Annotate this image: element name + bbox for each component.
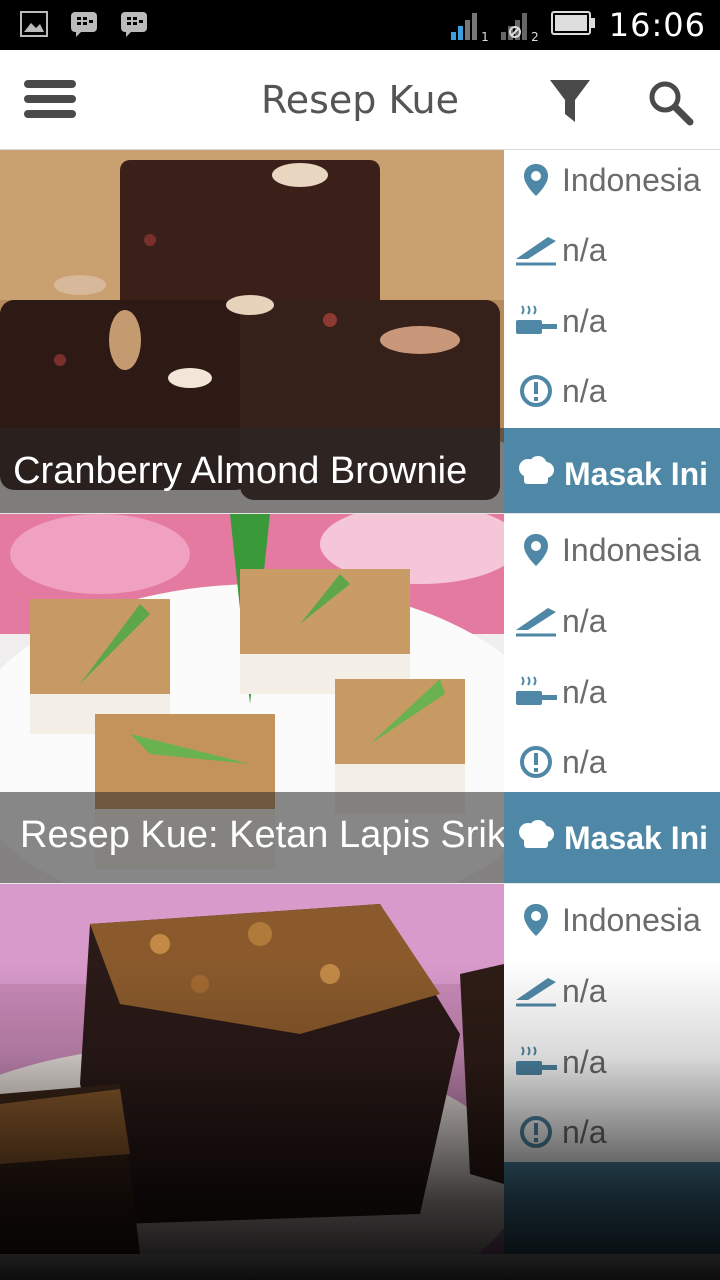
sim1-label: 1 xyxy=(481,30,489,44)
recipe-origin: Indonesia xyxy=(562,901,701,938)
alert-icon xyxy=(514,1110,558,1154)
bbm-icon xyxy=(70,10,98,38)
recipe-title: : Cranberry Almond Brownie xyxy=(0,450,468,492)
recipe-card[interactable]: Indonesia n/a n/a n/a xyxy=(0,884,720,1254)
status-bar: 1 2 16:06 xyxy=(0,0,720,50)
recipe-origin: Indonesia xyxy=(562,161,701,198)
recipe-prep-time: n/a xyxy=(562,231,607,268)
cook-this-label: Masak Ini xyxy=(564,455,709,492)
cooking-pan-icon xyxy=(514,670,558,714)
image-icon xyxy=(20,10,48,38)
location-pin-icon xyxy=(514,528,558,572)
recipe-prep-time: n/a xyxy=(562,972,607,1009)
cook-this-button[interactable] xyxy=(504,1162,720,1254)
recipe-photo[interactable] xyxy=(0,884,504,1254)
recipe-cook-time: n/a xyxy=(562,302,607,339)
recipe-photo[interactable]: Resep Kue: Ketan Lapis Srika xyxy=(0,514,504,884)
location-pin-icon xyxy=(514,158,558,202)
signal-icon: 1 xyxy=(450,8,489,44)
knife-icon xyxy=(514,599,558,643)
recipe-caption-bar: Resep Kue: Ketan Lapis Srika xyxy=(0,792,504,884)
app-bar: Resep Kue xyxy=(0,50,720,150)
recipe-origin: Indonesia xyxy=(562,531,701,568)
cooking-pan-icon xyxy=(514,1040,558,1084)
hamburger-menu-icon[interactable] xyxy=(24,80,76,120)
recipe-cook-time: n/a xyxy=(562,1043,607,1080)
recipe-card[interactable]: Resep Kue: Ketan Lapis Srika Indonesia n… xyxy=(0,514,720,884)
battery-icon xyxy=(550,11,595,39)
filter-icon[interactable] xyxy=(548,78,592,126)
cook-this-button[interactable]: Masak Ini xyxy=(504,792,720,884)
recipe-photo[interactable]: : Cranberry Almond Brownie xyxy=(0,150,504,520)
recipe-title: Resep Kue: Ketan Lapis Srika xyxy=(20,814,504,856)
chef-hat-icon xyxy=(516,456,556,492)
cook-this-button[interactable]: Masak Ini xyxy=(504,428,720,520)
recipe-difficulty: n/a xyxy=(562,743,607,780)
location-pin-icon xyxy=(514,898,558,942)
cooking-pan-icon xyxy=(514,299,558,343)
clock: 16:06 xyxy=(608,6,706,44)
page-title: Resep Kue xyxy=(261,78,459,122)
signal-icon: 2 xyxy=(500,8,539,44)
sim2-label: 2 xyxy=(531,30,539,44)
recipe-cook-time: n/a xyxy=(562,673,607,710)
recipe-caption-bar: : Cranberry Almond Brownie xyxy=(0,428,504,520)
alert-icon xyxy=(514,740,558,784)
recipe-info: Indonesia n/a n/a n/a xyxy=(504,514,720,792)
bbm-icon xyxy=(120,10,148,38)
recipe-difficulty: n/a xyxy=(562,1113,607,1150)
chef-hat-icon xyxy=(516,820,556,856)
recipe-info: Indonesia n/a n/a n/a xyxy=(504,150,720,428)
recipe-difficulty: n/a xyxy=(562,372,607,409)
knife-icon xyxy=(514,228,558,272)
recipe-info: Indonesia n/a n/a n/a xyxy=(504,884,720,1162)
knife-icon xyxy=(514,969,558,1013)
cook-this-label: Masak Ini xyxy=(564,819,709,856)
alert-icon xyxy=(514,369,558,413)
recipe-prep-time: n/a xyxy=(562,602,607,639)
recipe-card[interactable]: : Cranberry Almond Brownie Indonesia n/a… xyxy=(0,150,720,520)
search-icon[interactable] xyxy=(646,78,694,126)
